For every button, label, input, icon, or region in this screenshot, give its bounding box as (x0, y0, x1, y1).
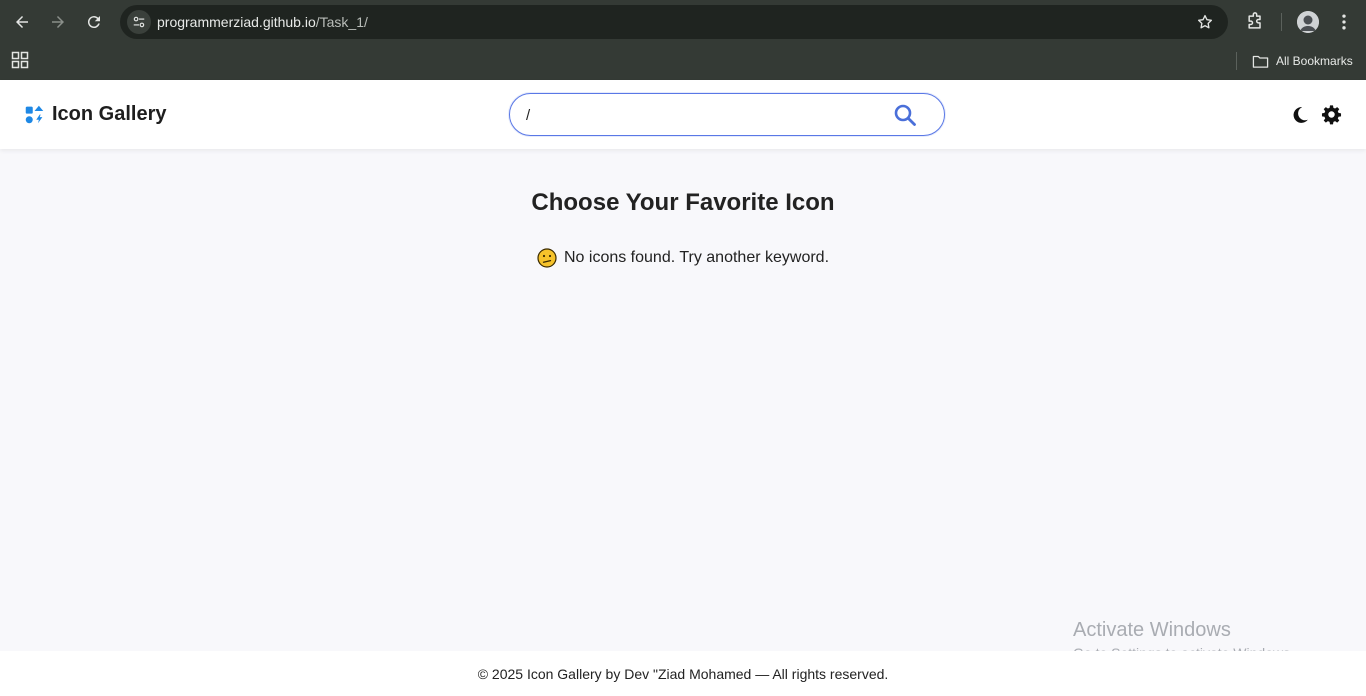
extensions-button[interactable] (1243, 10, 1267, 34)
reload-icon (87, 16, 100, 29)
app-title: Icon Gallery (52, 103, 167, 125)
url-path: /Task_1/ (315, 14, 368, 30)
star-icon[interactable] (1196, 13, 1214, 31)
search-input[interactable] (526, 104, 886, 126)
app-header: Icon Gallery (0, 80, 1366, 149)
footer-copyright: © 2025 Icon Gallery by Dev "Ziad Mohamed… (477, 666, 889, 682)
main-content: Choose Your Favorite Icon No icons found… (0, 149, 1366, 651)
tune-icon (133, 16, 145, 28)
back-button[interactable] (8, 8, 36, 36)
puzzle-icon (1248, 12, 1261, 29)
all-bookmarks-button[interactable]: All Bookmarks (1252, 51, 1353, 71)
brand[interactable]: Icon Gallery (24, 103, 167, 126)
site-info-button[interactable] (127, 10, 151, 34)
address-bar[interactable]: programmerziad.github.io/Task_1/ (120, 5, 1228, 39)
browser-menu-button[interactable] (1332, 10, 1356, 34)
arrow-right-icon (52, 16, 64, 28)
toolbar-divider (1281, 13, 1282, 31)
bookmarks-divider (1236, 52, 1237, 70)
confused-face-icon (537, 248, 557, 268)
bookmarks-bar: All Bookmarks (0, 44, 1366, 80)
forward-button[interactable] (44, 8, 72, 36)
profile-avatar[interactable] (1297, 11, 1319, 33)
page-title: Choose Your Favorite Icon (531, 189, 835, 216)
search-box[interactable] (509, 93, 945, 136)
apps-grid-icon[interactable] (11, 51, 29, 69)
url-host: programmerziad.github.io (157, 14, 316, 30)
browser-toolbar: programmerziad.github.io/Task_1/ (0, 0, 1366, 44)
search-icon[interactable] (893, 103, 917, 127)
empty-state: No icons found. Try another keyword. (0, 248, 1366, 268)
empty-message: No icons found. Try another keyword. (563, 249, 830, 266)
footer: © 2025 Icon Gallery by Dev "Ziad Mohamed… (0, 651, 1366, 696)
icons-logo-icon (25, 105, 44, 124)
kebab-icon (1342, 14, 1346, 30)
folder-icon (1252, 55, 1269, 68)
activate-windows-title: Activate Windows (1073, 619, 1231, 641)
moon-icon[interactable] (1290, 105, 1310, 125)
all-bookmarks-label: All Bookmarks (1276, 54, 1353, 68)
gear-icon[interactable] (1321, 104, 1342, 125)
arrow-left-icon (16, 16, 28, 28)
user-avatar-icon (1297, 11, 1319, 33)
reload-button[interactable] (80, 8, 108, 36)
url-text[interactable]: programmerziad.github.io/Task_1/ (157, 14, 368, 30)
browser-chrome: programmerziad.github.io/Task_1/ All Boo… (0, 0, 1366, 80)
